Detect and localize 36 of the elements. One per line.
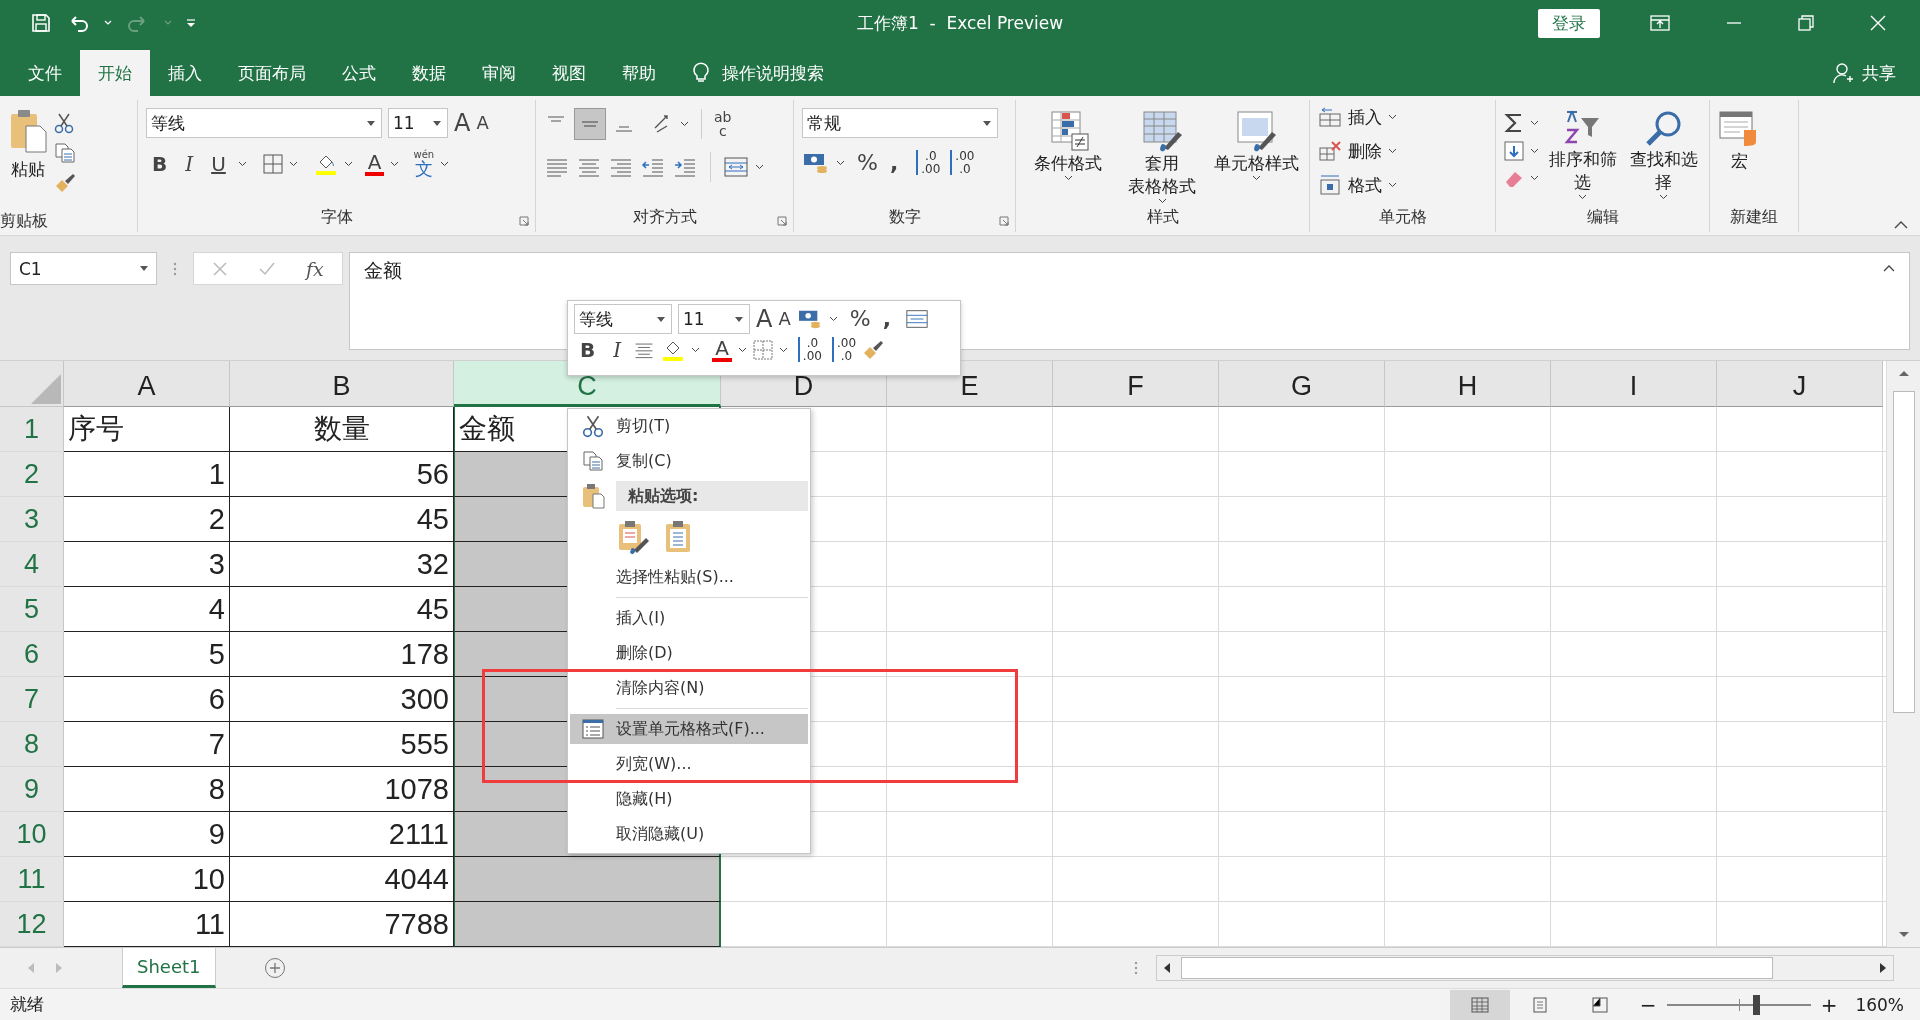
table-cell: 2 xyxy=(64,497,230,542)
table-cell: 7788 xyxy=(230,902,454,947)
table-cell: 1 xyxy=(64,452,230,497)
menu-section-heading: 粘贴选项: xyxy=(616,481,808,511)
table-cell: 3 xyxy=(64,542,230,587)
table-cell: 56 xyxy=(230,452,454,497)
table-cell: 6 xyxy=(64,677,230,722)
group-label: 剪贴板 xyxy=(0,211,49,232)
table-cell: 2111 xyxy=(230,812,454,857)
zoom-level: 160% xyxy=(1855,994,1904,1015)
table-cell: 5 xyxy=(64,632,230,677)
table-cell: 45 xyxy=(230,587,454,632)
table-cell: 300 xyxy=(230,677,454,722)
table-cell: 10 xyxy=(64,857,230,902)
table-cell: 8 xyxy=(64,767,230,812)
group-label: 样式 xyxy=(1146,207,1179,228)
group-label: 对齐方式 xyxy=(632,207,697,228)
table-cell: 7 xyxy=(64,722,230,767)
table-cell: 9 xyxy=(64,812,230,857)
table-cell: 序号 xyxy=(64,407,230,452)
table-cell: 555 xyxy=(230,722,454,767)
table-cell: 1078 xyxy=(230,767,454,812)
table-cell: 11 xyxy=(64,902,230,947)
group-label: 数字 xyxy=(888,207,921,228)
table-cell: 178 xyxy=(230,632,454,677)
status-text: 就绪 xyxy=(10,993,44,1016)
group-label: 编辑 xyxy=(1586,207,1619,228)
group-label: 新建组 xyxy=(1730,207,1778,228)
group-label: 单元格 xyxy=(1378,207,1427,228)
window-title: 工作簿1 - Excel Preview xyxy=(856,11,1064,35)
group-label: 字体 xyxy=(320,207,353,228)
table-cell: 32 xyxy=(230,542,454,587)
table-cell: 数量 xyxy=(230,407,454,452)
table-cell: 45 xyxy=(230,497,454,542)
table-cell: 4 xyxy=(64,587,230,632)
table-cell: 4044 xyxy=(230,857,454,902)
